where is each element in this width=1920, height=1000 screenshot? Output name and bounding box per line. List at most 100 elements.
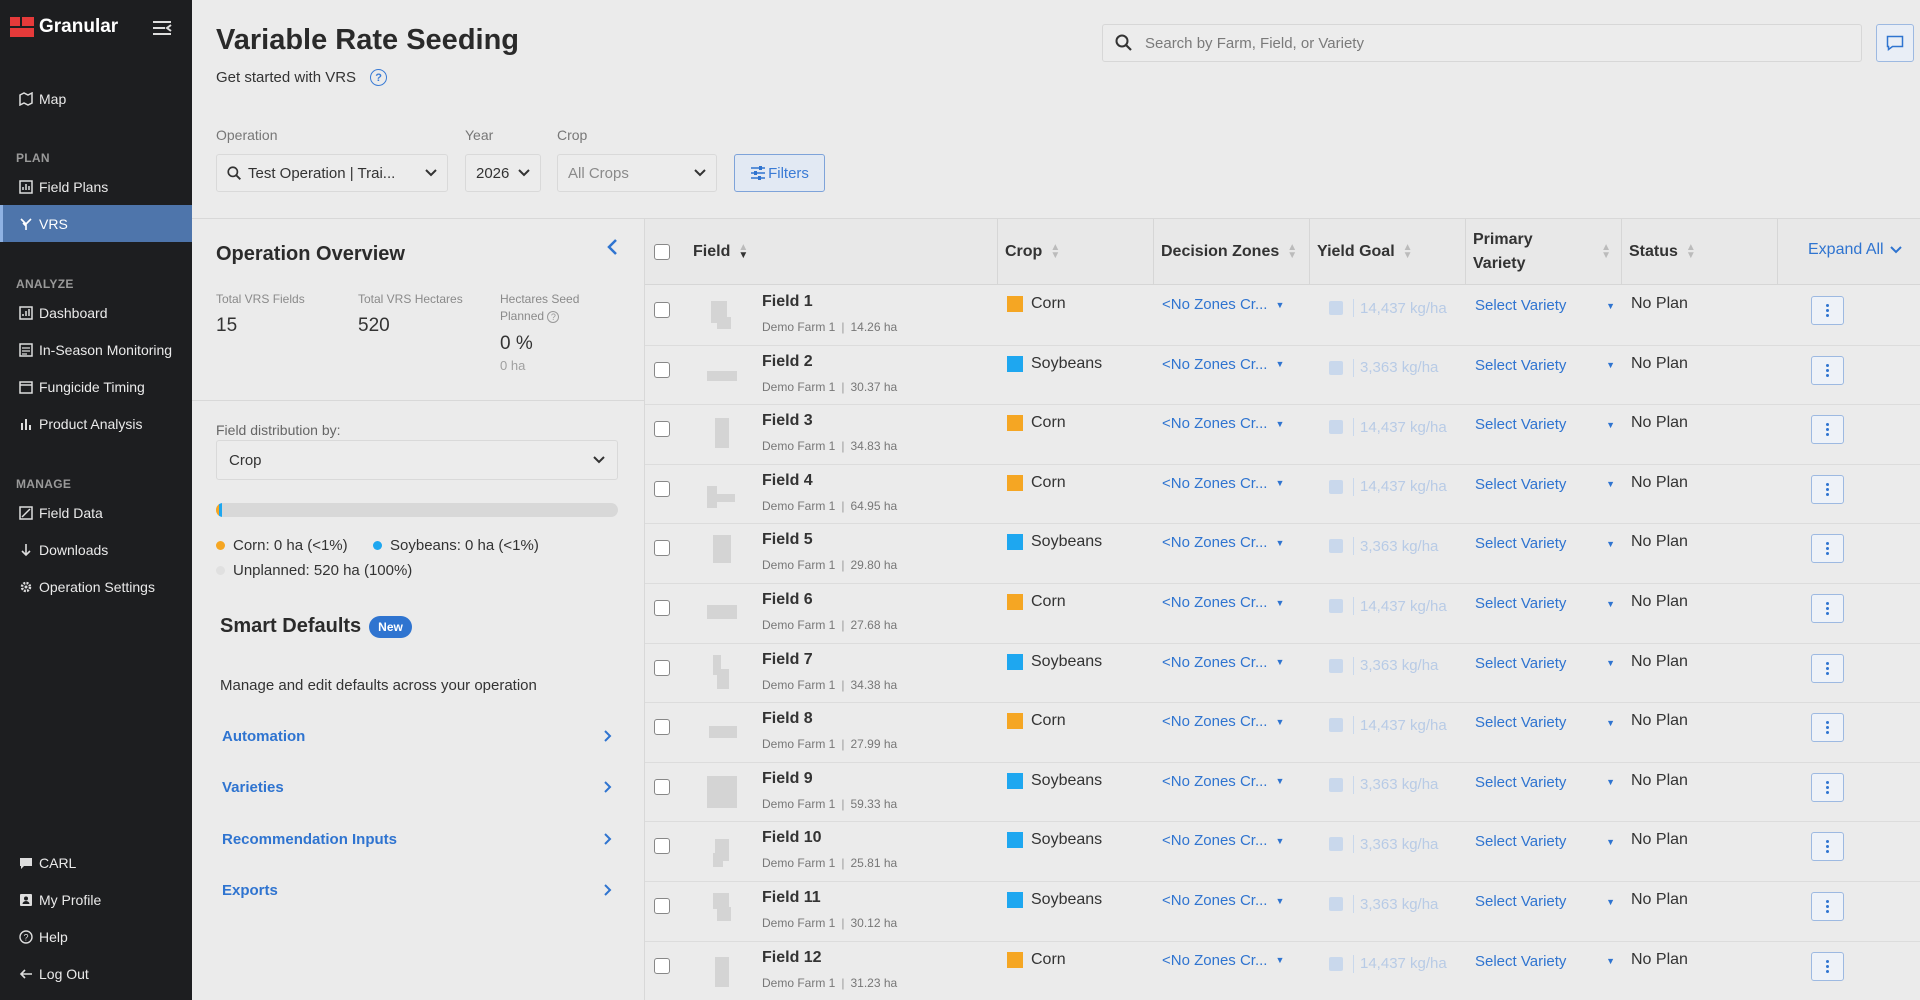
field-name[interactable]: Field 7	[762, 651, 813, 669]
row-checkbox[interactable]	[654, 838, 670, 855]
primary-variety-dropdown[interactable]: Select Variety ▼	[1475, 893, 1615, 910]
row-checkbox[interactable]	[654, 540, 670, 557]
yield-goal-cell[interactable]: 14,437 kg/ha	[1329, 597, 1447, 615]
decision-zones-dropdown[interactable]: <No Zones Cr... ▼	[1162, 832, 1284, 849]
column-header-decision-zones[interactable]: Decision Zones ▲ ▼	[1161, 219, 1297, 285]
field-name[interactable]: Field 9	[762, 770, 813, 788]
sidebar-item-downloads[interactable]: Downloads	[0, 531, 192, 568]
row-checkbox[interactable]	[654, 480, 670, 497]
decision-zones-dropdown[interactable]: <No Zones Cr... ▼	[1162, 594, 1284, 611]
field-name[interactable]: Field 8	[762, 710, 813, 728]
yield-goal-cell[interactable]: 14,437 kg/ha	[1329, 477, 1447, 496]
yield-goal-cell[interactable]: 3,363 kg/ha	[1329, 358, 1438, 377]
yield-goal-cell[interactable]: 14,437 kg/ha	[1329, 299, 1447, 317]
table-row[interactable]: Field 9 Demo Farm 1 | 59.33 ha Soybeans <N…	[645, 763, 1920, 823]
distribution-select[interactable]: Crop	[216, 440, 618, 480]
table-row[interactable]: Field 6 Demo Farm 1 | 27.68 ha Corn <No Zo…	[645, 584, 1920, 644]
column-header-primary-variety[interactable]: Primary Variety ▲ ▼	[1473, 219, 1611, 285]
row-actions-menu-icon[interactable]	[1811, 474, 1844, 504]
row-actions-menu-icon[interactable]	[1811, 296, 1844, 325]
field-name[interactable]: Field 2	[762, 353, 813, 371]
decision-zones-dropdown[interactable]: <No Zones Cr... ▼	[1162, 654, 1284, 671]
row-actions-menu-icon[interactable]	[1811, 355, 1844, 385]
field-name[interactable]: Field 3	[762, 412, 813, 430]
row-actions-menu-icon[interactable]	[1811, 415, 1844, 445]
get-started-link[interactable]: Get started with VRS ?	[216, 69, 388, 86]
sidebar-item-map[interactable]: Map	[0, 80, 192, 117]
row-checkbox[interactable]	[654, 361, 670, 378]
yield-goal-cell[interactable]: 14,437 kg/ha	[1329, 716, 1447, 735]
sidebar-item-help[interactable]: ? Help	[0, 918, 192, 955]
table-row[interactable]: Field 10 Demo Farm 1 | 25.81 ha Soybeans <…	[645, 822, 1920, 882]
filters-button[interactable]: Filters	[734, 154, 825, 192]
search-bar[interactable]	[1102, 24, 1862, 62]
column-header-yield-goal[interactable]: Yield Goal ▲ ▼	[1317, 219, 1413, 285]
decision-zones-dropdown[interactable]: <No Zones Cr... ▼	[1162, 713, 1284, 730]
feedback-button[interactable]	[1876, 24, 1914, 62]
primary-variety-dropdown[interactable]: Select Variety ▼	[1475, 774, 1615, 791]
yield-goal-cell[interactable]: 14,437 kg/ha	[1329, 954, 1447, 973]
sidebar-item-log-out[interactable]: Log Out	[0, 955, 192, 992]
row-checkbox[interactable]	[654, 421, 670, 438]
row-actions-menu-icon[interactable]	[1811, 653, 1844, 683]
decision-zones-dropdown[interactable]: <No Zones Cr... ▼	[1162, 892, 1284, 909]
column-header-status[interactable]: Status ▲ ▼	[1629, 219, 1696, 285]
table-row[interactable]: Field 12 Demo Farm 1 | 31.23 ha Corn <No Z…	[645, 942, 1920, 1000]
primary-variety-dropdown[interactable]: Select Variety ▼	[1475, 297, 1615, 314]
select-all-checkbox[interactable]	[654, 219, 670, 285]
primary-variety-dropdown[interactable]: Select Variety ▼	[1475, 714, 1615, 731]
collapse-panel-icon[interactable]	[606, 236, 618, 262]
yield-goal-cell[interactable]: 3,363 kg/ha	[1329, 656, 1438, 675]
search-input[interactable]	[1145, 34, 1825, 52]
year-select[interactable]: 2026	[465, 154, 541, 192]
decision-zones-dropdown[interactable]: <No Zones Cr... ▼	[1162, 534, 1284, 551]
sidebar-item-field-data[interactable]: Field Data	[0, 494, 192, 531]
brand[interactable]: Granular	[10, 16, 118, 38]
decision-zones-dropdown[interactable]: <No Zones Cr... ▼	[1162, 475, 1284, 492]
column-header-field[interactable]: Field ▲ ▼	[693, 219, 748, 285]
yield-goal-cell[interactable]: 3,363 kg/ha	[1329, 895, 1438, 913]
help-icon[interactable]: ?	[370, 69, 388, 86]
sidebar-item-my-profile[interactable]: My Profile	[0, 881, 192, 918]
row-actions-menu-icon[interactable]	[1811, 772, 1844, 802]
primary-variety-dropdown[interactable]: Select Variety ▼	[1475, 953, 1615, 970]
primary-variety-dropdown[interactable]: Select Variety ▼	[1475, 416, 1615, 433]
primary-variety-dropdown[interactable]: Select Variety ▼	[1475, 476, 1615, 493]
row-actions-menu-icon[interactable]	[1811, 594, 1844, 623]
yield-goal-cell[interactable]: 3,363 kg/ha	[1329, 537, 1438, 556]
sidebar-item-operation-settings[interactable]: Operation Settings	[0, 568, 192, 605]
table-row[interactable]: Field 8 Demo Farm 1 | 27.99 ha Corn <No Zo…	[645, 703, 1920, 763]
column-header-crop[interactable]: Crop ▲ ▼	[1005, 219, 1060, 285]
row-checkbox[interactable]	[654, 778, 670, 795]
sidebar-item-fungicide-timing[interactable]: Fungicide Timing	[0, 368, 192, 405]
field-name[interactable]: Field 4	[762, 472, 813, 490]
field-name[interactable]: Field 11	[762, 889, 821, 907]
table-row[interactable]: Field 2 Demo Farm 1 | 30.37 ha Soybeans <N…	[645, 346, 1920, 406]
exports-link[interactable]: Exports	[222, 875, 612, 905]
sidebar-item-field-plans[interactable]: Field Plans	[0, 168, 192, 205]
row-actions-menu-icon[interactable]	[1811, 713, 1844, 743]
table-row[interactable]: Field 3 Demo Farm 1 | 34.83 ha Corn <No Zo…	[645, 405, 1920, 465]
table-row[interactable]: Field 4 Demo Farm 1 | 64.95 ha Corn <No Zo…	[645, 465, 1920, 525]
collapse-menu-icon[interactable]	[150, 18, 174, 38]
sidebar-item-dashboard[interactable]: Dashboard	[0, 294, 192, 331]
table-row[interactable]: Field 7 Demo Farm 1 | 34.38 ha Soybeans <N…	[645, 644, 1920, 704]
primary-variety-dropdown[interactable]: Select Variety ▼	[1475, 655, 1615, 672]
row-actions-menu-icon[interactable]	[1811, 832, 1844, 862]
row-checkbox[interactable]	[654, 659, 670, 676]
crop-select[interactable]: All Crops	[557, 154, 717, 192]
sidebar-item-vrs[interactable]: VRS	[0, 205, 192, 242]
row-checkbox[interactable]	[654, 302, 670, 318]
row-checkbox[interactable]	[654, 898, 670, 914]
field-name[interactable]: Field 12	[762, 949, 822, 967]
expand-all-button[interactable]: Expand All	[1808, 241, 1902, 259]
primary-variety-dropdown[interactable]: Select Variety ▼	[1475, 535, 1615, 552]
decision-zones-dropdown[interactable]: <No Zones Cr... ▼	[1162, 296, 1284, 313]
sidebar-item-carl[interactable]: CARL	[0, 844, 192, 881]
operation-select[interactable]: Test Operation | Trai...	[216, 154, 448, 192]
info-icon[interactable]: ?	[547, 311, 560, 323]
field-name[interactable]: Field 5	[762, 531, 813, 549]
table-row[interactable]: Field 11 Demo Farm 1 | 30.12 ha Soybeans <…	[645, 882, 1920, 942]
primary-variety-dropdown[interactable]: Select Variety ▼	[1475, 595, 1615, 612]
row-actions-menu-icon[interactable]	[1811, 951, 1844, 981]
